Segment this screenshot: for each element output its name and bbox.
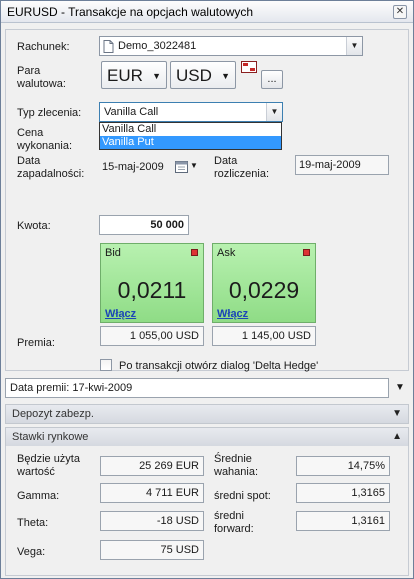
account-label: Rachunek: <box>17 41 70 53</box>
theta-field: -18 USD <box>100 511 204 531</box>
document-icon <box>103 40 114 53</box>
bid-label: Bid <box>105 247 121 259</box>
used-value-field: 25 269 EUR <box>100 456 204 476</box>
forward-field: 1,3161 <box>296 511 390 531</box>
account-select[interactable]: Demo_3022481 ▼ <box>99 36 363 56</box>
swap-currencies-icon[interactable] <box>241 61 257 73</box>
title-bar: EURUSD - Transakcje na opcjach walutowyc… <box>1 1 413 23</box>
order-type-dropdown-list: Vanilla Call Vanilla Put <box>99 122 282 150</box>
forward-label-line2: forward: <box>214 523 254 535</box>
chevron-down-icon: ▼ <box>152 71 161 81</box>
order-type-option-vanilla-put[interactable]: Vanilla Put <box>100 136 281 149</box>
expiry-label-line1: Data <box>17 155 41 167</box>
order-type-option-vanilla-call[interactable]: Vanilla Call <box>100 123 281 136</box>
account-value: Demo_3022481 <box>118 40 197 52</box>
ask-price-box[interactable]: Ask 0,0229 Włącz <box>212 243 316 323</box>
volatility-field: 14,75% <box>296 456 390 476</box>
ask-price: 0,0229 <box>228 277 300 303</box>
chevron-down-icon: ▼ <box>392 408 402 419</box>
volatility-label-line1: Średnie <box>214 453 252 465</box>
gamma-label: Gamma: <box>17 490 60 502</box>
bid-enable-link[interactable]: Włącz <box>105 308 136 320</box>
used-value-label-line2: wartość <box>17 466 55 478</box>
deposit-section-header[interactable]: Depozyt zabezp. ▼ <box>5 404 409 424</box>
chevron-down-icon[interactable]: ▼ <box>395 382 405 393</box>
order-type-select[interactable]: Vanilla Call ▼ <box>99 102 283 122</box>
gamma-field: 4 711 EUR <box>100 483 204 503</box>
order-type-value: Vanilla Call <box>104 106 159 118</box>
options-dialog-window: EURUSD - Transakcje na opcjach walutowyc… <box>0 0 414 579</box>
price-indicator-icon <box>303 249 310 256</box>
price-indicator-icon <box>191 249 198 256</box>
forward-label-line1: średni <box>214 510 244 522</box>
base-currency-select[interactable]: EUR ▼ <box>101 61 167 89</box>
bid-premium-field: 1 055,00 USD <box>100 326 204 346</box>
currency-pair-label-line1: Para <box>17 65 41 77</box>
close-button[interactable]: ✕ <box>393 5 407 19</box>
settlement-label-line1: Data <box>214 155 238 167</box>
market-rates-section-title: Stawki rynkowe <box>12 431 89 443</box>
vega-label: Vega: <box>17 546 46 558</box>
order-type-label: Typ zlecenia: <box>17 107 82 119</box>
strike-label-line2: wykonania: <box>17 140 73 152</box>
vega-field: 75 USD <box>100 540 204 560</box>
premium-date-field: Data premii: 17-kwi-2009 <box>5 378 389 398</box>
chevron-down-icon: ▼ <box>221 71 230 81</box>
bid-price: 0,0211 <box>117 277 187 303</box>
currency-pair-label-line2: walutowa: <box>17 78 66 90</box>
amount-input[interactable]: 50 000 <box>99 215 189 235</box>
bid-price-box[interactable]: Bid 0,0211 Włącz <box>100 243 204 323</box>
premium-label: Premia: <box>17 337 55 349</box>
settlement-date-field: 19-maj-2009 <box>295 155 389 175</box>
window-title: EURUSD - Transakcje na opcjach walutowyc… <box>7 5 254 19</box>
theta-label: Theta: <box>17 517 49 529</box>
expiry-label-line2: zapadalności: <box>17 168 85 180</box>
market-rates-section-header[interactable]: Stawki rynkowe ▲ <box>5 427 409 447</box>
calendar-icon[interactable] <box>175 160 188 173</box>
spot-label: średni spot: <box>214 490 271 502</box>
spot-field: 1,3165 <box>296 483 390 503</box>
more-currencies-button[interactable]: ... <box>261 70 283 89</box>
chevron-down-icon: ▼ <box>346 37 362 55</box>
delta-hedge-label: Po transakcji otwórz dialog 'Delta Hedge… <box>119 360 319 372</box>
settlement-label-line2: rozliczenia: <box>214 168 270 180</box>
amount-label: Kwota: <box>17 220 51 232</box>
expiry-date-picker[interactable]: 15-maj-2009 ▼ <box>99 157 203 177</box>
used-value-label-line1: Będzie użyta <box>17 453 80 465</box>
expiry-date-value: 15-maj-2009 <box>102 161 164 173</box>
base-currency-value: EUR <box>107 66 143 85</box>
deposit-section-title: Depozyt zabezp. <box>12 408 94 420</box>
ask-premium-field: 1 145,00 USD <box>212 326 316 346</box>
chevron-down-icon: ▼ <box>266 103 282 121</box>
chevron-down-icon: ▼ <box>190 161 198 170</box>
ask-enable-link[interactable]: Włącz <box>217 308 248 320</box>
chevron-up-icon: ▲ <box>392 431 402 442</box>
quote-currency-value: USD <box>176 66 212 85</box>
quote-currency-select[interactable]: USD ▼ <box>170 61 236 89</box>
delta-hedge-checkbox[interactable] <box>100 359 112 371</box>
volatility-label-line2: wahania: <box>214 466 259 478</box>
strike-label-line1: Cena <box>17 127 44 139</box>
ask-label: Ask <box>217 247 236 259</box>
